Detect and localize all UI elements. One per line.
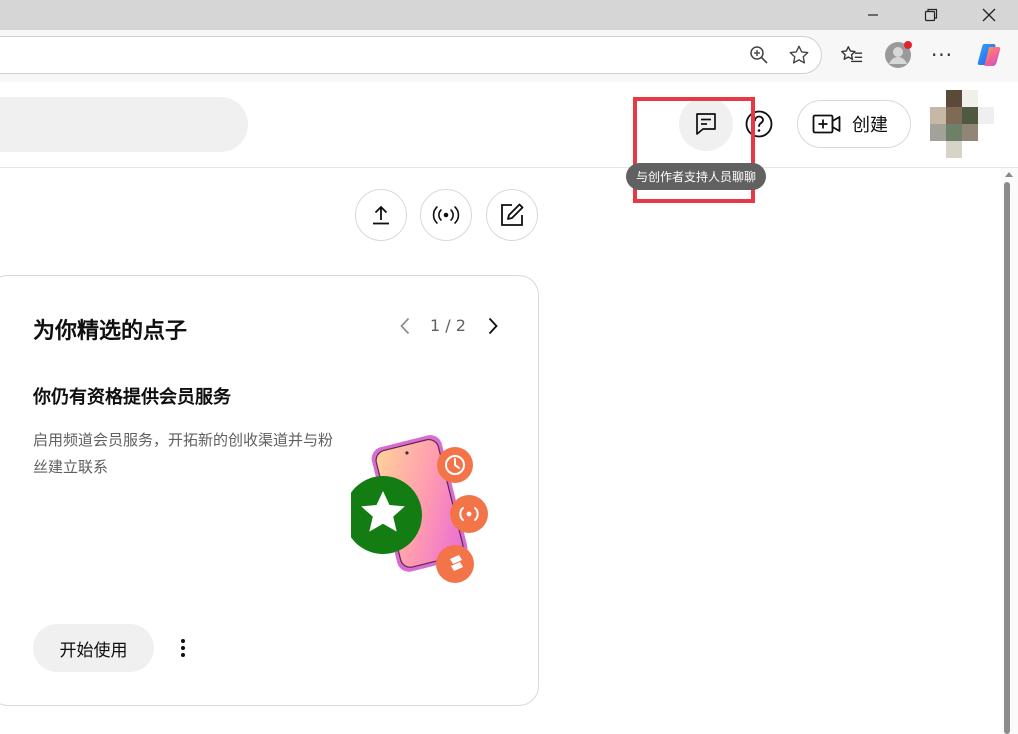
create-video-icon (812, 114, 841, 134)
zoom-button[interactable] (743, 39, 775, 71)
card-more-button[interactable] (169, 634, 197, 662)
star-outline-icon (789, 45, 809, 64)
copilot-button[interactable] (974, 39, 1006, 71)
chat-tooltip: 与创作者支持人员聊聊 (626, 163, 767, 190)
minimize-icon (868, 14, 878, 16)
favorites-button[interactable] (836, 39, 868, 71)
favorites-list-icon (841, 46, 863, 63)
idea-title: 你仍有资格提供会员服务 (33, 387, 231, 408)
scroll-thumb[interactable] (1004, 182, 1010, 734)
upload-video-button[interactable] (355, 189, 407, 241)
close-window-button[interactable] (966, 0, 1012, 30)
ideas-card: 为你精选的点子 1 / 2 你仍有资格提供会员服务 启用频道会员服务，开拓新的创… (0, 275, 539, 706)
idea-pager: 1 / 2 (430, 316, 466, 335)
restore-icon (924, 8, 938, 22)
membership-illustration (351, 435, 488, 583)
browser-title-bar (0, 0, 1018, 30)
help-button[interactable] (740, 105, 778, 143)
help-icon (745, 110, 773, 138)
next-idea-button[interactable] (483, 315, 503, 337)
start-using-button[interactable]: 开始使用 (33, 624, 154, 672)
upload-icon (373, 206, 389, 225)
create-button-label: 创建 (852, 115, 888, 136)
more-vert-icon (181, 639, 185, 657)
creator-support-chat-button[interactable] (679, 97, 733, 151)
previous-idea-button[interactable] (395, 315, 415, 337)
address-bar[interactable] (0, 36, 822, 74)
close-icon (982, 8, 996, 22)
chevron-left-icon (400, 317, 410, 335)
browser-more-button[interactable]: ··· (926, 39, 958, 71)
chevron-right-icon (488, 317, 498, 335)
channel-avatar[interactable] (930, 90, 994, 158)
browser-toolbar: ··· (0, 30, 1018, 82)
create-button[interactable]: 创建 (797, 100, 911, 148)
search-input[interactable] (0, 97, 248, 152)
profile-button[interactable] (882, 39, 914, 71)
live-icon (432, 206, 460, 224)
ideas-card-title: 为你精选的点子 (33, 319, 188, 344)
chat-support-icon (696, 113, 716, 135)
restore-button[interactable] (908, 0, 954, 30)
zoom-in-icon (750, 46, 768, 64)
post-edit-icon (501, 203, 524, 226)
go-live-button[interactable] (420, 189, 472, 241)
create-post-button[interactable] (486, 189, 538, 241)
studio-header: 创建 (0, 82, 1018, 168)
copilot-icon (977, 44, 1001, 66)
scroll-up-arrow-icon[interactable] (1005, 172, 1013, 177)
more-horizontal-icon: ··· (930, 43, 954, 67)
minimize-button[interactable] (850, 0, 896, 30)
profile-icon (885, 41, 912, 68)
page-scrollbar[interactable] (1001, 168, 1018, 734)
idea-description: 启用频道会员服务，开拓新的创收渠道并与粉丝建立联系 (33, 431, 334, 476)
add-favorite-button[interactable] (783, 39, 815, 71)
